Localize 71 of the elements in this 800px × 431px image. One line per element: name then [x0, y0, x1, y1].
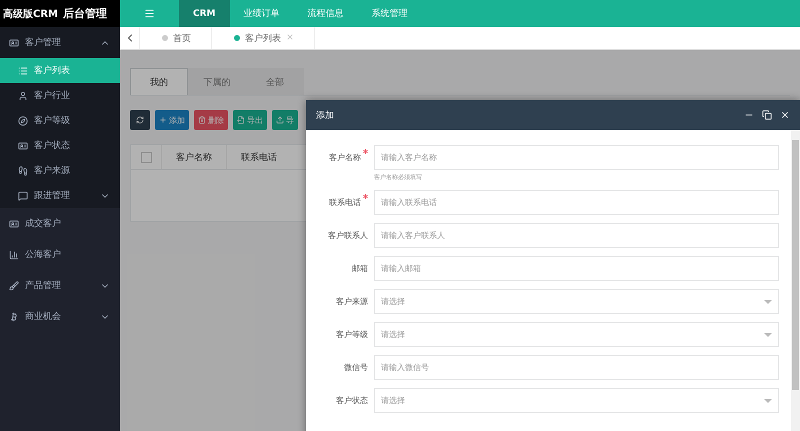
menu-icon: [144, 8, 155, 19]
input-field[interactable]: 请输入微信号: [374, 355, 779, 380]
page-tab[interactable]: 首页: [140, 27, 212, 49]
field-label: 客户状态: [335, 395, 368, 407]
sidebar-subitem[interactable]: 跟进管理: [0, 183, 120, 208]
field-label: 客户等级: [335, 329, 368, 341]
page-tab[interactable]: 客户列表: [212, 27, 315, 49]
select-field[interactable]: 请选择: [374, 322, 779, 347]
bar-chart-icon: [9, 250, 19, 260]
id-card-icon: [9, 38, 19, 48]
scrollbar[interactable]: [791, 130, 800, 431]
caret-icon: [764, 332, 772, 336]
refresh-icon: [136, 116, 144, 124]
field-label: 客户来源: [335, 296, 368, 308]
sidebar-item[interactable]: 客户管理: [0, 27, 120, 58]
logo-subtitle: 后台管理: [63, 6, 107, 21]
input-field[interactable]: 请输入邮箱: [374, 256, 779, 281]
page-tab-label: 客户列表: [245, 32, 281, 44]
content-tab[interactable]: 我的: [130, 68, 188, 95]
footprints-icon: [18, 166, 28, 176]
brush-icon: [9, 280, 19, 290]
dialog-title: 添加: [316, 110, 335, 122]
column-header: 联系电话: [226, 145, 291, 169]
chat-icon: [18, 190, 28, 200]
select-field[interactable]: 请选择: [374, 388, 779, 413]
list-icon: [18, 66, 28, 76]
bitcoin-icon: [9, 312, 19, 322]
refresh-button[interactable]: [130, 110, 150, 130]
compass-icon: [18, 116, 28, 126]
id-card-icon: [18, 140, 28, 150]
sidebar-item[interactable]: 公海客户: [0, 239, 120, 270]
column-header: 客户名称: [161, 145, 226, 169]
nav-tab[interactable]: CRM: [179, 0, 230, 27]
import-icon: [276, 116, 284, 124]
field-label: 邮箱: [351, 263, 368, 275]
field-label: 客户名称: [316, 145, 368, 170]
content-tab[interactable]: 下属的: [188, 68, 246, 95]
logo-title: 高级版CRM: [3, 7, 58, 20]
input-field[interactable]: 请输入客户联系人: [374, 223, 779, 248]
caret-icon: [764, 398, 772, 402]
sidebar-item[interactable]: 成交客户: [0, 208, 120, 239]
page-tab-label: 首页: [173, 32, 191, 44]
sidebar-subitem[interactable]: 客户来源: [0, 158, 120, 183]
sidebar-item[interactable]: 商业机会: [0, 301, 120, 332]
sidebar-item[interactable]: 产品管理: [0, 270, 120, 301]
sidebar-subitem[interactable]: 客户列表: [0, 58, 120, 83]
add-button[interactable]: 添加: [155, 110, 189, 130]
caret-icon: [764, 300, 772, 304]
field-label: 微信号: [343, 362, 368, 374]
field-label: 联系电话: [316, 190, 368, 215]
sidebar-subitem[interactable]: 客户行业: [0, 83, 120, 108]
nav-tab[interactable]: 流程信息: [294, 0, 358, 27]
field-label: 客户联系人: [327, 230, 368, 242]
maximize-icon[interactable]: [762, 110, 772, 120]
nav-tab[interactable]: 系统管理: [358, 0, 422, 27]
select-field[interactable]: 请选择: [374, 289, 779, 314]
nav-tab[interactable]: 业绩订单: [230, 0, 294, 27]
id-card-icon: [9, 218, 19, 228]
export-icon: [237, 116, 245, 124]
person-icon: [18, 90, 28, 100]
sidebar-subitem[interactable]: 客户等级: [0, 108, 120, 133]
input-field[interactable]: 请输入联系电话: [374, 190, 779, 215]
content-tab[interactable]: 全部: [246, 68, 304, 95]
sidebar-subitem[interactable]: 客户状态: [0, 133, 120, 158]
input-field[interactable]: 请输入客户名称: [374, 145, 779, 170]
delete-button[interactable]: 删除: [194, 110, 228, 130]
export-button[interactable]: 导出: [233, 110, 267, 130]
checkbox[interactable]: [140, 152, 152, 162]
close-icon[interactable]: [780, 110, 790, 120]
add-icon: [159, 116, 167, 124]
delete-icon: [198, 116, 206, 124]
